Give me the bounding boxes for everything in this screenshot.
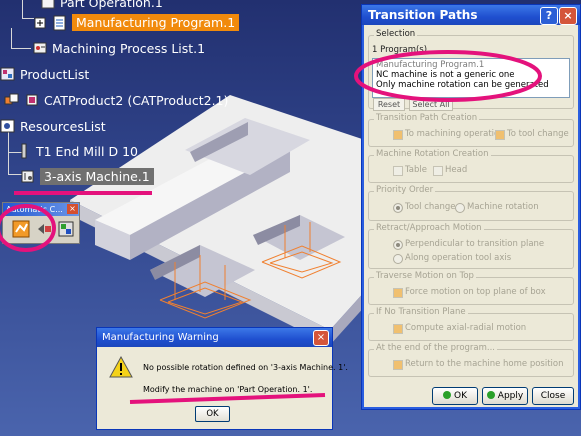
to-tool-change-checkbox[interactable] xyxy=(495,130,505,140)
remove-transition-icon xyxy=(38,224,51,234)
machine-icon xyxy=(20,169,36,185)
compute-axial-radial-label: Compute axial-radial motion xyxy=(405,323,527,333)
no-transition-plane-label: If No Transition Plane xyxy=(374,307,468,317)
tree-item-resources-list[interactable]: ResourcesList xyxy=(0,118,106,134)
close-button[interactable]: × xyxy=(559,7,577,25)
priority-order-group: Priority Order Tool change Machine rotat… xyxy=(368,185,574,221)
traverse-label: Traverse Motion on Top xyxy=(374,271,476,281)
process-list-icon xyxy=(32,40,48,56)
return-home-label: Return to the machine home position xyxy=(405,359,564,369)
ok-button[interactable]: OK xyxy=(432,387,478,405)
selection-list[interactable]: Manufacturing Program.1 NC machine is no… xyxy=(372,58,570,98)
perpendicular-radio[interactable] xyxy=(393,240,403,250)
tree-label: ResourcesList xyxy=(20,118,106,134)
program-count: 1 Program(s) xyxy=(372,45,428,55)
tool-change-icon xyxy=(58,221,74,237)
product-assembly-icon xyxy=(4,92,20,108)
dialog-title: Transition Paths xyxy=(368,8,478,22)
specification-tree: Part Operation.1 Manufacturing Program.1… xyxy=(0,0,360,200)
product-list-icon xyxy=(0,66,16,82)
selection-list-item[interactable]: Only machine rotation can be generated xyxy=(376,80,549,90)
selection-list-item[interactable]: NC machine is not a generic one xyxy=(376,70,515,80)
toolbar-title: Automatic C... xyxy=(6,205,63,214)
tree-item-manufacturing-program[interactable]: Manufacturing Program.1 xyxy=(32,14,240,31)
tree-label: T1 End Mill D 10 xyxy=(36,143,138,159)
along-axis-label: Along operation tool axis xyxy=(405,253,512,263)
reset-button[interactable]: Reset xyxy=(373,98,405,111)
tree-label-selected: Manufacturing Program.1 xyxy=(72,14,240,31)
head-label: Head xyxy=(445,165,468,175)
tree-label: Machining Process List.1 xyxy=(52,40,206,56)
warning-title: Manufacturing Warning xyxy=(102,332,219,343)
compute-axial-radial-checkbox[interactable] xyxy=(393,324,403,334)
path-creation-group: Transition Path Creation To machining op… xyxy=(368,113,574,147)
tree-label: ProductList xyxy=(20,66,90,82)
selection-list-item[interactable]: Manufacturing Program.1 xyxy=(376,60,484,70)
tree-item-tool[interactable]: T1 End Mill D 10 xyxy=(16,143,138,159)
tree-item-part-operation[interactable]: Part Operation.1 xyxy=(40,0,163,10)
tree-label: CATProduct2 (CATProduct2.1) xyxy=(44,92,229,108)
retract-approach-label: Retract/Approach Motion xyxy=(374,223,484,233)
head-checkbox[interactable] xyxy=(433,166,443,176)
tool-change-radio[interactable] xyxy=(393,203,403,213)
warning-close-button[interactable]: × xyxy=(313,330,329,346)
along-axis-radio[interactable] xyxy=(393,254,403,264)
apply-button-label: Apply xyxy=(497,391,524,401)
end-mill-icon xyxy=(16,143,32,159)
warning-message-line-2: Modify the machine on 'Part Operation. 1… xyxy=(143,385,313,394)
ok-button-label: OK xyxy=(454,391,467,401)
table-checkbox[interactable] xyxy=(393,166,403,176)
traverse-group: Traverse Motion on Top Force motion on t… xyxy=(368,271,574,305)
remove-transition-button[interactable] xyxy=(35,220,53,238)
transition-paths-dialog: Transition Paths ? × Selection 1 Program… xyxy=(361,4,581,410)
tree-label: Part Operation.1 xyxy=(60,0,163,10)
apply-icon xyxy=(486,391,495,399)
selection-group: Selection 1 Program(s) Manufacturing Pro… xyxy=(368,29,574,111)
path-creation-label: Transition Path Creation xyxy=(374,113,480,123)
machine-rotation-radio[interactable] xyxy=(455,203,465,213)
priority-order-label: Priority Order xyxy=(374,185,436,195)
to-tool-change-label: To tool change xyxy=(507,129,569,139)
resources-icon xyxy=(0,118,16,134)
tree-item-machine[interactable]: 3-axis Machine.1 xyxy=(20,168,154,185)
retract-approach-group: Retract/Approach Motion Perpendicular to… xyxy=(368,223,574,269)
machine-rotation-label: Machine rotation xyxy=(467,202,539,212)
rotation-creation-label: Machine Rotation Creation xyxy=(374,149,491,159)
to-machining-checkbox[interactable] xyxy=(393,130,403,140)
no-transition-plane-group: If No Transition Plane Compute axial-rad… xyxy=(368,307,574,341)
tree-item-product-list[interactable]: ProductList xyxy=(0,66,89,82)
program-list-icon xyxy=(52,15,68,31)
transition-paths-button[interactable] xyxy=(12,220,30,238)
tool-change-button[interactable] xyxy=(57,220,75,238)
close-dialog-button[interactable]: Close xyxy=(532,387,574,405)
tool-change-label: Tool change xyxy=(405,202,456,212)
force-motion-label: Force motion on top plane of box xyxy=(405,287,546,297)
toolbar-close-button[interactable]: × xyxy=(67,204,78,214)
automatic-toolbar: Automatic C... × xyxy=(2,202,80,244)
ok-icon xyxy=(443,391,451,399)
product-icon xyxy=(24,92,40,108)
warning-message-line-1: No possible rotation defined on '3-axis … xyxy=(143,363,348,372)
warning-ok-button[interactable]: OK xyxy=(195,406,230,422)
apply-button[interactable]: Apply xyxy=(482,387,528,405)
end-of-program-label: At the end of the program... xyxy=(374,343,497,353)
tree-item-machining-process-list[interactable]: Machining Process List.1 xyxy=(32,40,205,56)
help-button[interactable]: ? xyxy=(540,7,558,25)
select-all-button[interactable]: Select All xyxy=(409,98,453,111)
warning-icon xyxy=(109,356,133,378)
tree-item-cat-product[interactable]: CATProduct2 (CATProduct2.1) xyxy=(4,92,228,108)
selection-label: Selection xyxy=(374,29,418,39)
to-machining-label: To machining operation xyxy=(405,129,505,139)
end-of-program-group: At the end of the program... Return to t… xyxy=(368,343,574,377)
manufacturing-warning-dialog: Manufacturing Warning × No possible rota… xyxy=(96,327,348,430)
force-motion-checkbox[interactable] xyxy=(393,288,403,298)
expand-plus-icon xyxy=(32,15,48,31)
table-label: Table xyxy=(405,165,427,175)
return-home-checkbox[interactable] xyxy=(393,360,403,370)
tree-label-machine: 3-axis Machine.1 xyxy=(40,168,154,185)
part-operation-icon xyxy=(40,0,56,10)
rotation-creation-group: Machine Rotation Creation Table Head xyxy=(368,149,574,183)
perpendicular-label: Perpendicular to transition plane xyxy=(405,239,545,249)
transition-paths-icon xyxy=(12,220,30,238)
